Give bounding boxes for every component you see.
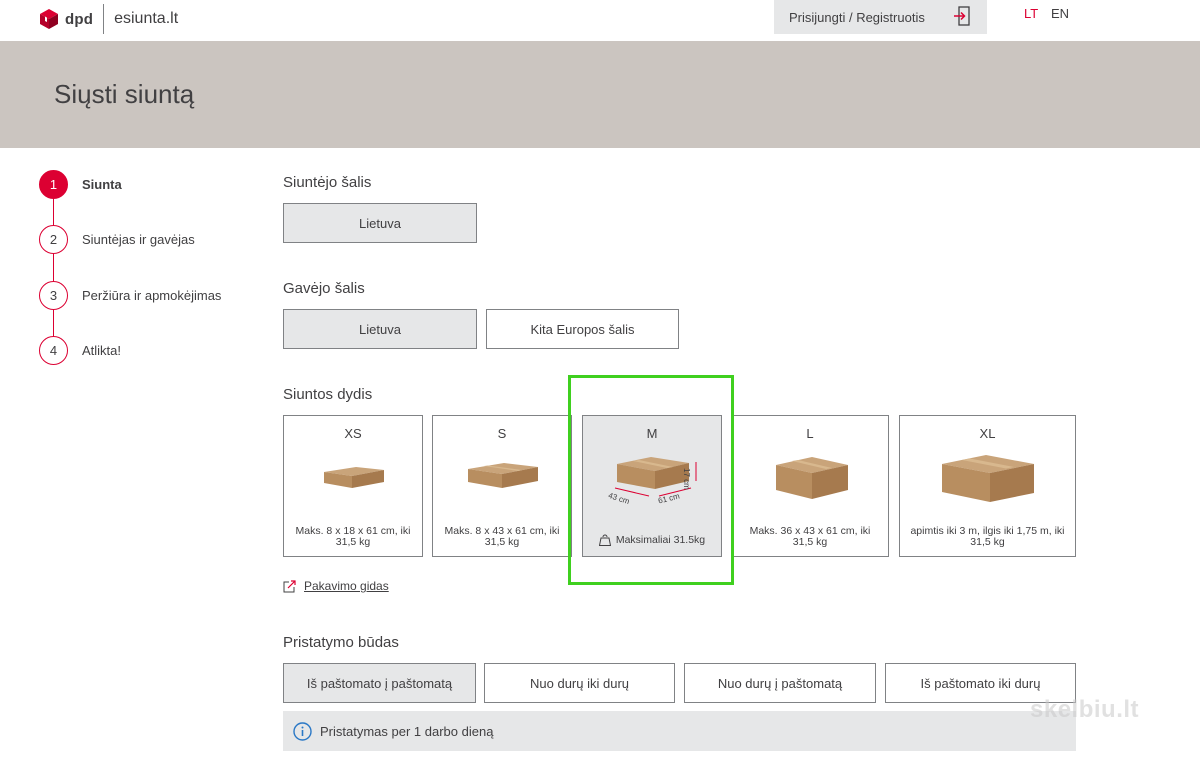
step-1: 1 Siunta: [39, 170, 122, 199]
login-register-button[interactable]: Prisijungti / Registruotis: [774, 0, 987, 34]
delivery-door-to-door[interactable]: Nuo durų iki durų: [484, 663, 675, 703]
parcel-card-xl[interactable]: XL apimtis iki 3 m, ilgis iki 1,75 m, ik…: [899, 415, 1076, 557]
dpd-logo[interactable]: dpd esiunta.lt: [38, 4, 179, 34]
parcel-card-xs[interactable]: XS Maks. 8 x 18 x 61 cm, iki 31,5 kg: [283, 415, 423, 557]
step-number: 1: [39, 170, 68, 199]
step-number: 4: [39, 336, 68, 365]
sender-country-title: Siuntėjo šalis: [283, 174, 372, 191]
step-4: 4 Atlikta!: [39, 336, 121, 365]
max-weight-text: Maksimaliai 31.5kg: [615, 534, 706, 546]
top-bar: dpd esiunta.lt Prisijungti / Registruoti…: [0, 0, 1200, 41]
step-number: 2: [39, 225, 68, 254]
parcel-card-m[interactable]: M 43 cm 61 cm 17 cm Maksimaliai 31.5kg: [582, 415, 722, 557]
step-3: 3 Peržiūra ir apmokėjimas: [39, 281, 221, 310]
size-label: L: [806, 426, 814, 441]
login-label: Prisijungti / Registruotis: [789, 9, 925, 25]
page-banner: Siųsti siuntą: [0, 41, 1200, 148]
info-icon: [293, 721, 312, 741]
language-en[interactable]: EN: [1051, 6, 1069, 21]
receiver-country-title: Gavėjo šalis: [283, 280, 365, 297]
delivery-door-to-locker[interactable]: Nuo durų į paštomatą: [684, 663, 876, 703]
delivery-title: Pristatymo būdas: [283, 634, 399, 651]
step-label: Peržiūra ir apmokėjimas: [82, 288, 222, 303]
delivery-info-text: Pristatymas per 1 darbo dieną: [320, 723, 494, 739]
max-weight: Maksimaliai 31.5kg: [583, 534, 721, 546]
size-label: XL: [979, 426, 996, 441]
size-label: M: [646, 426, 658, 441]
weight-icon: [598, 534, 611, 546]
packing-guide-link[interactable]: Pakavimo gidas: [283, 579, 389, 593]
receiver-country-lietuva[interactable]: Lietuva: [283, 309, 477, 349]
size-label: XS: [344, 426, 362, 441]
size-label: S: [497, 426, 507, 441]
dpd-cube-icon: [40, 9, 58, 29]
language-lt[interactable]: LT: [1024, 6, 1038, 21]
step-label: Atlikta!: [82, 343, 122, 358]
login-arrow-icon: [954, 6, 970, 26]
box-xs-icon: [324, 467, 384, 488]
parcel-card-l[interactable]: L Maks. 36 x 43 x 61 cm, iki 31,5 kg: [731, 415, 889, 557]
brand-name: dpd: [65, 10, 94, 28]
sender-country-lietuva[interactable]: Lietuva: [283, 203, 477, 243]
box-l-icon: [776, 457, 848, 499]
dim-height-label: 17 cm: [682, 468, 691, 490]
size-description: Maks. 8 x 18 x 61 cm, iki 31,5 kg: [295, 525, 411, 548]
step-label: Siuntėjas ir gavėjas: [82, 232, 195, 247]
box-s-icon: [468, 463, 538, 488]
step-2: 2 Siuntėjas ir gavėjas: [39, 225, 195, 254]
parcel-card-s[interactable]: S Maks. 8 x 43 x 61 cm, iki 31,5 kg: [432, 415, 572, 557]
delivery-locker-to-door[interactable]: Iš paštomato iki durų: [885, 663, 1076, 703]
delivery-info-bar: Pristatymas per 1 darbo dieną: [283, 711, 1076, 751]
parcel-size-title: Siuntos dydis: [283, 386, 373, 403]
stepper-line: [53, 198, 54, 350]
receiver-country-europe[interactable]: Kita Europos šalis: [486, 309, 679, 349]
logo-divider: [103, 4, 105, 34]
size-description: Maks. 36 x 43 x 61 cm, iki 31,5 kg: [749, 525, 871, 548]
delivery-locker-to-locker[interactable]: Iš paštomato į paštomatą: [283, 663, 476, 703]
box-xl-icon: [942, 455, 1034, 502]
external-link-icon: [283, 579, 296, 592]
size-description: Maks. 8 x 43 x 61 cm, iki 31,5 kg: [444, 525, 560, 548]
site-name: esiunta.lt: [114, 10, 179, 27]
step-number: 3: [39, 281, 68, 310]
step-label: Siunta: [82, 177, 122, 192]
packing-guide-label: Pakavimo gidas: [304, 579, 389, 593]
page-title: Siųsti siuntą: [54, 79, 195, 109]
size-description: apimtis iki 3 m, ilgis iki 1,75 m, iki 3…: [910, 525, 1065, 548]
